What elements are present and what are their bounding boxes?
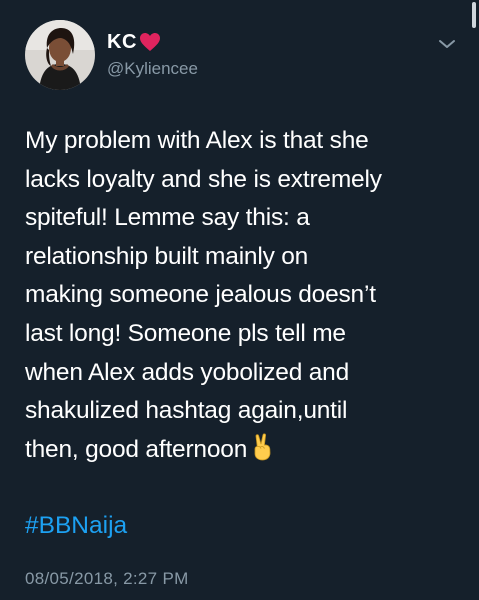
hashtag-link[interactable]: #BBNaija xyxy=(25,507,127,545)
chevron-down-icon[interactable] xyxy=(437,37,457,51)
tweet-timestamp[interactable]: 08/05/2018, 2:27 PM xyxy=(25,568,189,590)
tweet-header: KC @Kyliencee xyxy=(25,20,198,90)
display-name-row: KC xyxy=(107,30,198,54)
victory-hand-icon xyxy=(251,433,273,461)
user-info: KC @Kyliencee xyxy=(107,30,198,80)
tweet-text: My problem with Alex is that she lacks l… xyxy=(25,127,382,463)
heart-icon xyxy=(139,32,161,52)
user-handle[interactable]: @Kyliencee xyxy=(107,58,198,80)
display-name[interactable]: KC xyxy=(107,30,137,54)
scrollbar[interactable] xyxy=(472,2,476,28)
avatar[interactable] xyxy=(25,20,95,90)
tweet-text-container: My problem with Alex is that she lacks l… xyxy=(25,122,475,469)
tweet-card: KC @Kyliencee My problem with Alex is th… xyxy=(0,0,479,600)
